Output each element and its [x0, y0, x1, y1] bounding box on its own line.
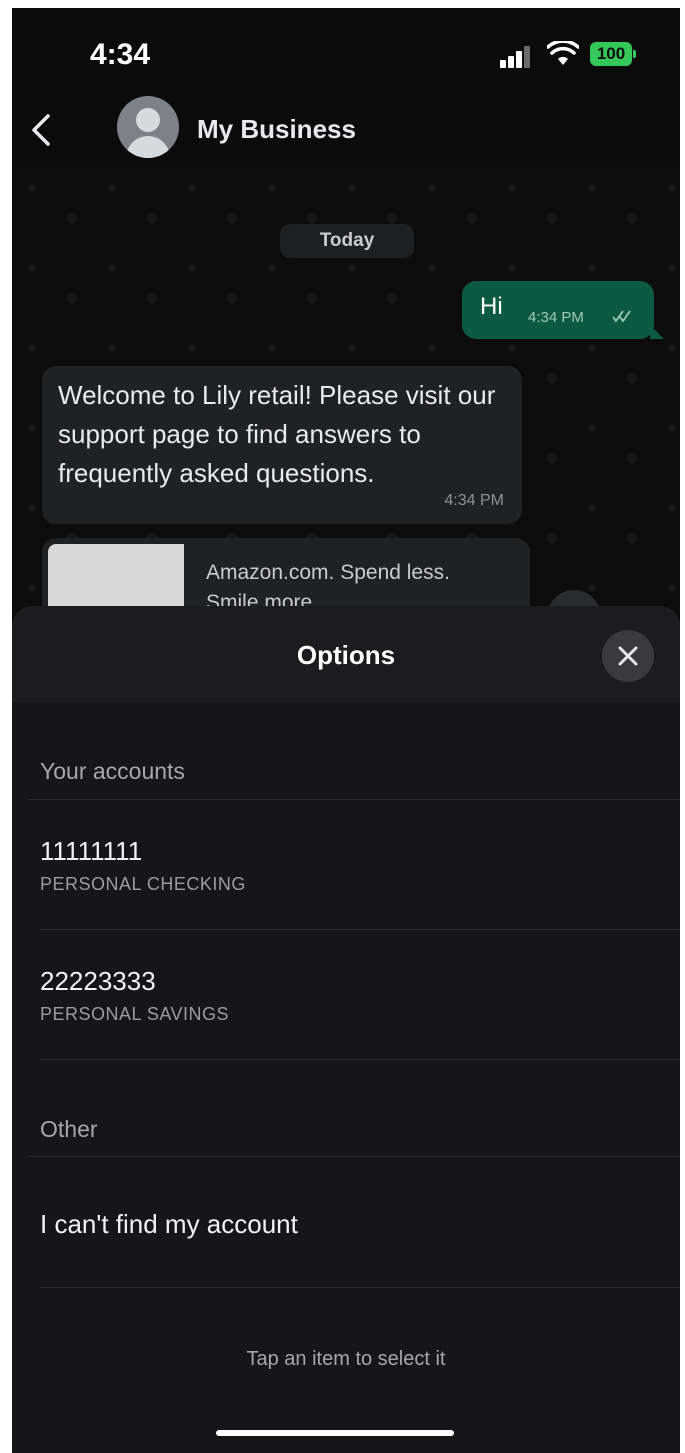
section-label-other: Other: [40, 1116, 98, 1142]
chevron-left-icon[interactable]: [24, 110, 60, 150]
chat-area: Today Hi 4:34 PM Welcome to Lily retail!…: [12, 168, 680, 644]
divider: [40, 1059, 680, 1060]
sheet-list: Your accounts 11111111 PERSONAL CHECKING…: [12, 702, 680, 1453]
sheet-header: Options: [12, 606, 680, 702]
battery-tip: [633, 50, 636, 58]
incoming-message[interactable]: Welcome to Lily retail! Please visit our…: [42, 366, 522, 524]
message-time: 4:34 PM: [444, 492, 504, 509]
section-label-accounts: Your accounts: [40, 758, 185, 784]
account-option-checking[interactable]: 11111111 PERSONAL CHECKING: [12, 800, 680, 930]
option-cant-find-account[interactable]: I can't find my account: [12, 1157, 680, 1287]
person-icon: [136, 108, 160, 132]
account-option-savings[interactable]: 22223333 PERSONAL SAVINGS: [12, 930, 680, 1060]
message-text: Hi: [480, 293, 503, 320]
phone-screen: 4:34 100 My Business Today Hi 4:34 PM We…: [12, 8, 680, 1453]
contact-name[interactable]: My Business: [197, 114, 356, 145]
close-button[interactable]: [602, 630, 654, 682]
option-label: I can't find my account: [40, 1209, 298, 1239]
date-chip: Today: [280, 224, 414, 258]
chat-header: My Business: [12, 90, 680, 168]
avatar[interactable]: [117, 96, 179, 158]
divider: [40, 1287, 680, 1288]
wifi-icon: [547, 41, 579, 65]
message-time: 4:34 PM: [528, 309, 584, 326]
home-indicator[interactable]: [216, 1430, 454, 1436]
sheet-title: Options: [296, 640, 396, 670]
status-bar: 4:34 100: [12, 8, 680, 98]
double-check-icon: [612, 310, 631, 323]
status-time: 4:34: [90, 38, 151, 71]
selection-hint: Tap an item to select it: [246, 1348, 446, 1370]
options-sheet: Options Your accounts 11111111 PERSONAL …: [12, 606, 680, 1453]
account-type: PERSONAL SAVINGS: [40, 1004, 230, 1024]
account-number: 22223333: [40, 966, 156, 996]
close-icon: [618, 646, 638, 666]
message-text: Welcome to Lily retail! Please visit our…: [58, 380, 496, 488]
outgoing-message[interactable]: Hi 4:34 PM: [462, 281, 664, 339]
account-type: PERSONAL CHECKING: [40, 874, 246, 894]
signal-icon: [500, 46, 530, 68]
battery-icon: 100: [590, 42, 632, 66]
account-number: 11111111: [40, 836, 143, 866]
